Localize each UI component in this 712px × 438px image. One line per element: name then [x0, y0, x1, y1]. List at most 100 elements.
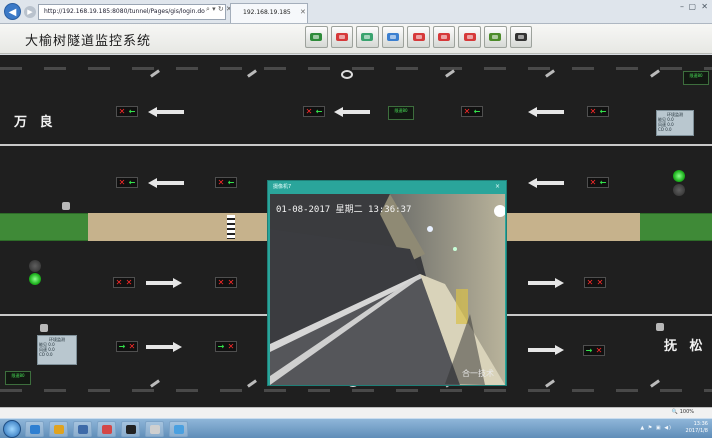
lane-signal[interactable]: ✕ ← [215, 177, 237, 188]
traffic-lamp-off[interactable] [673, 184, 685, 196]
camera-icon[interactable] [656, 323, 664, 331]
lighting-icon [361, 33, 374, 41]
camera-popup[interactable]: 摄像机7 × 01-08-2017 星期二 13:36:37 合一技术 [267, 180, 507, 386]
lane-divider [0, 144, 712, 146]
direction-arrow-right [528, 278, 564, 288]
edge-marker [650, 379, 660, 388]
traffic-lamp-off[interactable] [29, 260, 41, 272]
clock-time: 13:36 [693, 421, 708, 427]
tab-close-icon[interactable]: ✕ [300, 8, 306, 16]
direction-arrow-right [146, 342, 182, 352]
taskbar-app-tools[interactable] [73, 421, 92, 437]
place-label-right: 抚 松 [664, 339, 707, 354]
tunnel-marker-icon[interactable] [341, 70, 353, 79]
camera-icon[interactable] [62, 202, 70, 210]
direction-arrow-right [528, 345, 564, 355]
fire-icon [438, 33, 451, 41]
direction-arrow-left [528, 107, 564, 117]
browser-tab[interactable]: 192.168.19.185 [230, 3, 308, 23]
system-clock[interactable]: 13:36 2017/1/8 [686, 421, 708, 435]
explorer-icon [150, 425, 160, 434]
ie-icon [30, 425, 40, 434]
app-header: 大榆树隧道监控系统 [0, 24, 712, 54]
lane-signal[interactable]: ✕ ← [116, 106, 138, 117]
start-button[interactable] [3, 420, 21, 438]
direction-arrow-left [528, 178, 564, 188]
lane-signal[interactable]: ✕ ← [587, 177, 609, 188]
crossover-marking [227, 215, 235, 239]
road-edge [0, 389, 712, 392]
info-board-icon [514, 33, 527, 41]
direction-arrow-left [148, 178, 184, 188]
camera-video-feed: 01-08-2017 星期二 13:36:37 合一技术 [270, 194, 505, 385]
camera-button[interactable] [381, 26, 405, 48]
address-tools-icon[interactable]: ⌕ ▾ ↻ ✕ [206, 5, 232, 14]
variable-message-sign[interactable]: 限速80 [5, 371, 31, 385]
lighting-button[interactable] [356, 26, 379, 48]
tools-icon [78, 425, 88, 434]
browser-chrome: ◀ ▶ http://192.168.19.185:8080/tunnel/Pa… [0, 0, 712, 24]
edge-marker [150, 69, 160, 78]
env-panel-right[interactable]: 环境监测 能见 0.0 风速 0.0 CO 0.0 [656, 110, 694, 136]
taskbar-app-explorer[interactable] [145, 421, 164, 437]
edge-marker [545, 379, 555, 388]
info-board-button[interactable] [509, 26, 533, 48]
emergency-phone-icon [463, 33, 476, 41]
env-panel-left[interactable]: 环境监测 能见 0.0 风速 0.0 CO 0.0 [37, 335, 77, 365]
popup-close-icon[interactable]: × [495, 183, 500, 190]
taskbar-app-chrome[interactable] [49, 421, 68, 437]
median-grass-right [640, 213, 712, 241]
direction-arrow-left [334, 107, 370, 117]
chrome-icon [54, 425, 64, 434]
lane-signal[interactable]: ✕ ← [461, 106, 483, 117]
env-row: CO 0.0 [39, 352, 53, 357]
lane-signal[interactable]: →✕ [215, 341, 237, 352]
minimize-button[interactable]: – [680, 2, 684, 11]
variable-message-sign[interactable]: 限速80 [683, 71, 709, 85]
taskbar-app-terminal[interactable] [121, 421, 140, 437]
lane-signal[interactable]: ✕ ← [587, 106, 609, 117]
edge-marker [545, 69, 555, 78]
address-bar[interactable]: http://192.168.19.185:8080/tunnel/Pages/… [38, 4, 226, 20]
layers-button[interactable] [483, 26, 507, 48]
lane-signal[interactable]: ✕ ✕ [113, 277, 135, 288]
vehicle-detector-button[interactable] [305, 26, 328, 48]
lane-signal[interactable]: ✕ ← [303, 106, 325, 117]
lane-signal[interactable]: →✕ [583, 345, 605, 356]
lane-signal[interactable]: ✕ ✕ [215, 277, 237, 288]
lane-signal[interactable]: →✕ [116, 341, 138, 352]
taskbar-app-ie[interactable] [25, 421, 44, 437]
alarm-button[interactable] [407, 26, 430, 48]
variable-message-sign[interactable]: 限速80 [388, 106, 414, 120]
back-icon[interactable]: ◀ [4, 3, 21, 20]
traffic-lamp-green[interactable] [29, 273, 41, 285]
status-bar: 🔍 100% [0, 407, 712, 418]
screen: ◀ ▶ http://192.168.19.185:8080/tunnel/Pa… [0, 0, 712, 438]
lane-signal[interactable]: ✕ ✕ [584, 277, 606, 288]
median-grass-left [0, 213, 88, 241]
edge-marker [650, 69, 660, 78]
road-edge [0, 67, 712, 70]
zoom-level[interactable]: 🔍 100% [672, 409, 694, 415]
lane-signal[interactable]: ✕ ← [116, 177, 138, 188]
video-timestamp: 01-08-2017 星期二 13:36:37 [276, 205, 412, 215]
place-label-left: 万 良 [14, 115, 57, 130]
emergency-phone-button[interactable] [458, 26, 481, 48]
fire-button[interactable] [432, 26, 456, 48]
fan-button[interactable] [330, 26, 354, 48]
camera-icon[interactable] [40, 324, 48, 332]
vehicle-detector-icon [310, 33, 323, 41]
toolbar [305, 26, 535, 50]
tray-icons[interactable]: ▲ ⚑ ▣ ◀) [640, 425, 672, 431]
terminal-icon [126, 425, 136, 434]
close-window-button[interactable]: ✕ [701, 2, 708, 11]
traffic-lamp-green[interactable] [673, 170, 685, 182]
browser-icon [174, 425, 184, 434]
edge-marker [247, 379, 257, 388]
maximize-button[interactable]: ▢ [688, 2, 696, 11]
forward-icon[interactable]: ▶ [24, 6, 36, 18]
edge-marker [445, 69, 455, 78]
taskbar-app-browser[interactable] [169, 421, 188, 437]
direction-arrow-left [148, 107, 184, 117]
taskbar-app-player[interactable] [97, 421, 116, 437]
